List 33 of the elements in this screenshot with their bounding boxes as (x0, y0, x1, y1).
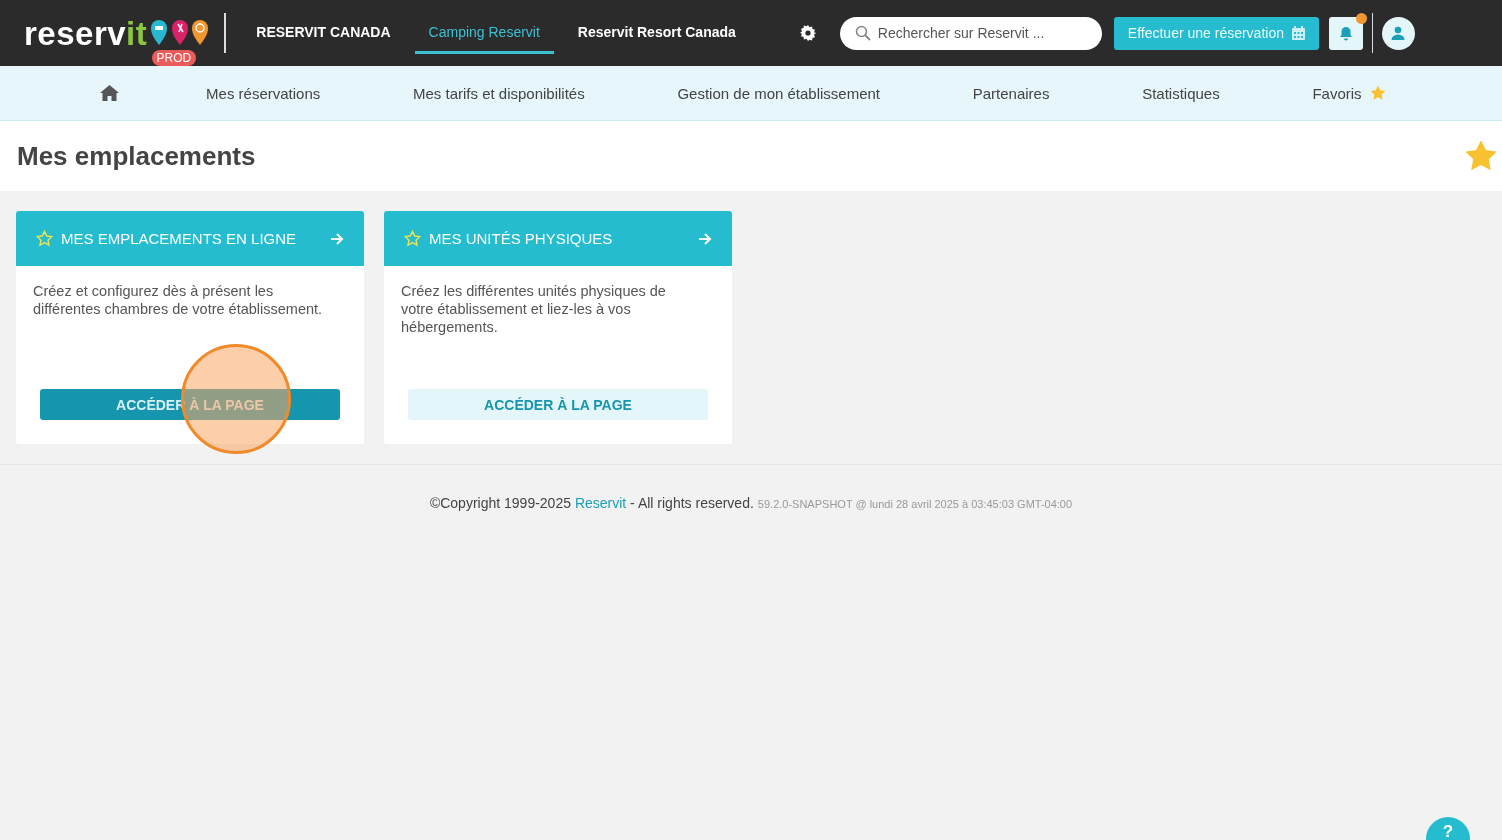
menu-item[interactable]: Partenaires (966, 83, 1056, 103)
home-icon[interactable] (100, 85, 120, 101)
star-icon[interactable] (404, 230, 421, 247)
map-pin-icon (150, 19, 209, 47)
calendar-icon (1292, 26, 1305, 40)
star-icon (1369, 85, 1386, 101)
arrow-right-icon[interactable] (698, 232, 712, 245)
menu-item[interactable]: Statistiques (1136, 83, 1226, 103)
card-description: Créez les différentes unités physiques de votre établissement et liez-les à vos hébergements. (401, 282, 667, 337)
menu-item[interactable]: Mes tarifs et disponibilités (406, 83, 591, 103)
card-title: MES UNITÉS PHYSIQUES (429, 230, 614, 247)
menu-item[interactable]: Mes réservations (200, 83, 327, 103)
nav-tab[interactable]: Camping Reservit (414, 12, 554, 54)
logo[interactable]: reservit (24, 16, 148, 50)
version-text: 59.2.0-SNAPSHOT @ lundi 28 avril 2025 à 03:45:03 GMT-04:00 (757, 498, 1073, 510)
page-title: Mes emplacements (17, 140, 256, 172)
settings-icon[interactable] (799, 25, 816, 41)
environment-badge: PROD (151, 49, 197, 66)
user-avatar[interactable] (1382, 16, 1415, 50)
search-field[interactable]: Rechercher sur Reservit ... (839, 16, 1102, 50)
nav-tab[interactable]: Reservit Resort Canada (563, 12, 750, 54)
favorites-menu[interactable]: Favoris (1306, 83, 1392, 103)
bell-icon (1339, 25, 1353, 41)
nav-tab[interactable]: RESERVIT CANADA (242, 12, 405, 54)
user-icon (1391, 26, 1406, 40)
star-icon[interactable] (1466, 141, 1496, 171)
search-icon (854, 24, 871, 41)
copyright-text: ©Copyright 1999-2025 Reservit - All rights reserved. (429, 495, 754, 511)
card-description: Créez et configurez dès à présent les différentes chambres de votre établissement. (33, 282, 324, 319)
menu-item[interactable]: Gestion de mon établissement (671, 83, 887, 103)
card-title: MES EMPLACEMENTS EN LIGNE (61, 230, 298, 247)
star-icon[interactable] (36, 230, 53, 247)
arrow-right-icon[interactable] (330, 232, 344, 245)
